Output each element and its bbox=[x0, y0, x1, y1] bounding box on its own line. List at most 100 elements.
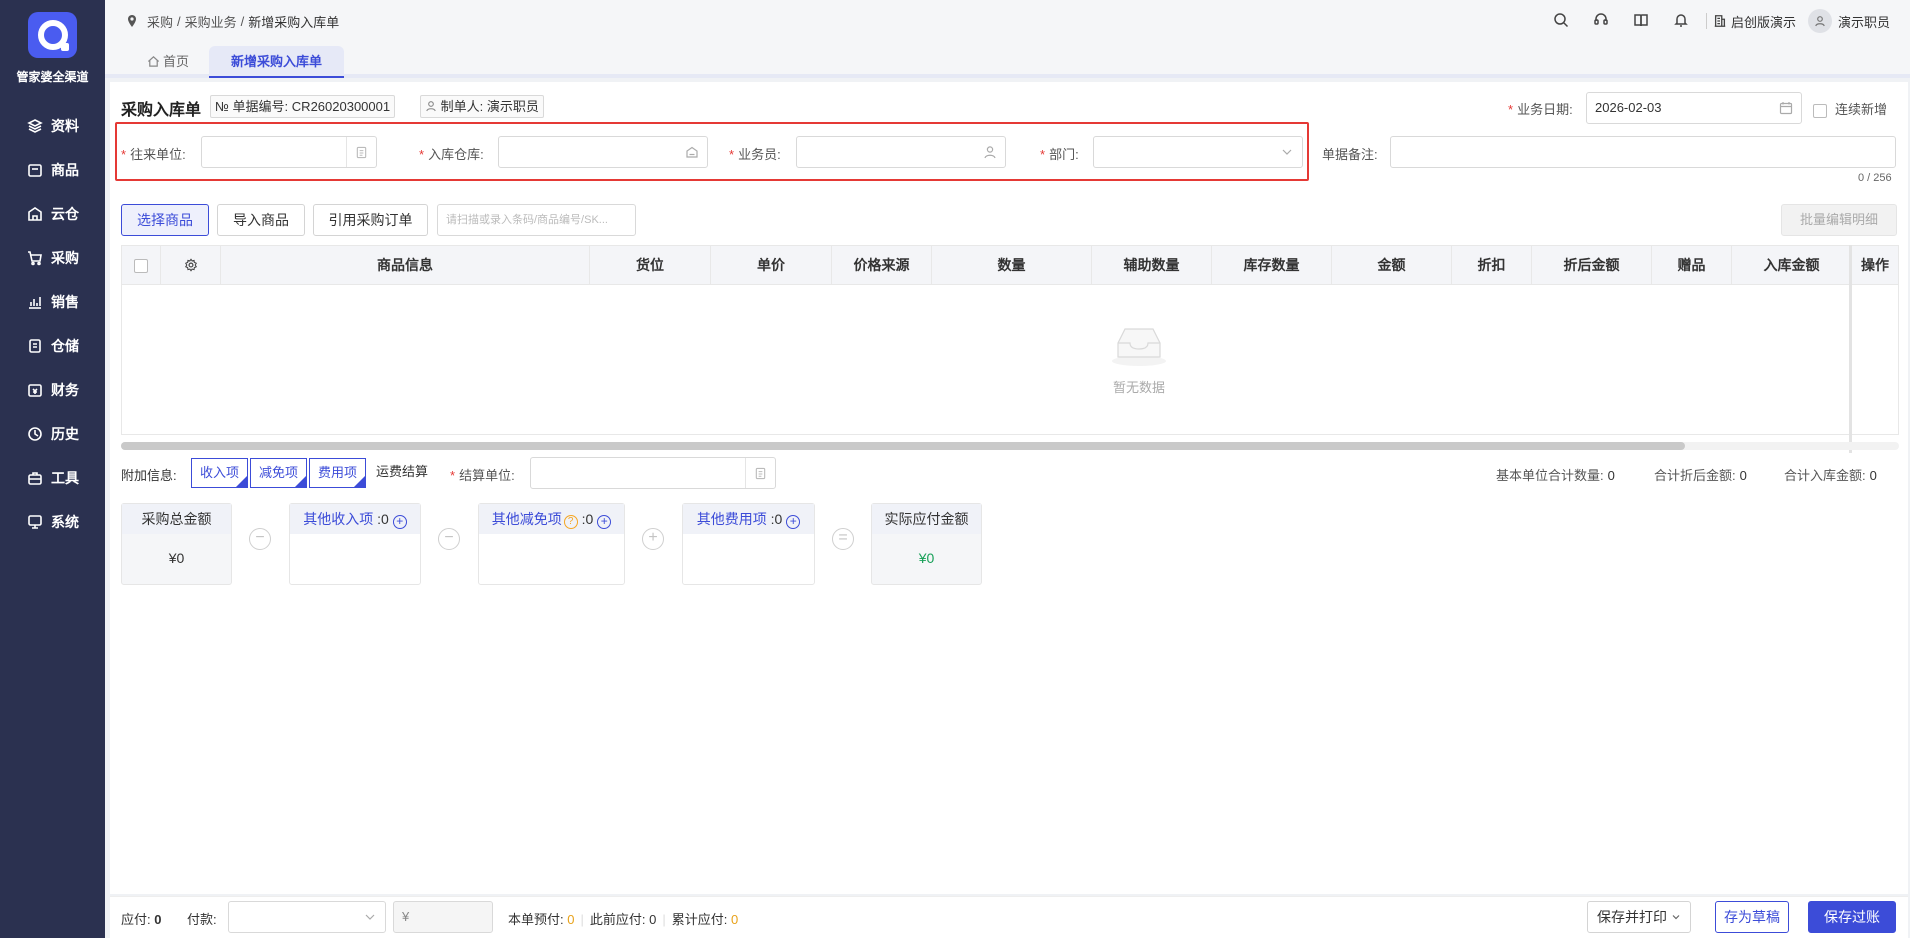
bell-icon[interactable] bbox=[1673, 12, 1691, 30]
salesman-select[interactable] bbox=[796, 136, 1006, 168]
remark-label: 单据备注: bbox=[1322, 147, 1378, 162]
save-draft-button[interactable]: 存为草稿 bbox=[1715, 901, 1789, 933]
partner-picker-button[interactable] bbox=[346, 137, 376, 167]
continue-add-checkbox[interactable]: 连续新增 bbox=[1813, 99, 1887, 118]
gear-icon[interactable] bbox=[184, 258, 198, 272]
partner-label: * 往来单位: bbox=[121, 147, 186, 162]
biz-date-picker[interactable]: 2026-02-03 bbox=[1586, 92, 1802, 124]
book-icon[interactable] bbox=[1633, 12, 1651, 30]
breadcrumb-item[interactable]: 采购业务 bbox=[185, 12, 237, 31]
add-icon[interactable]: + bbox=[597, 515, 612, 529]
page-title: 采购入库单 bbox=[121, 102, 202, 119]
settle-unit-picker-button[interactable] bbox=[745, 458, 775, 488]
chip-fee[interactable]: 费用项 bbox=[309, 458, 367, 488]
partner-label-text: 往来单位: bbox=[130, 147, 186, 162]
column-settings[interactable] bbox=[161, 246, 221, 285]
horizontal-scrollbar[interactable] bbox=[121, 442, 1899, 450]
document-icon bbox=[356, 146, 367, 158]
empty-text: 暂无数据 bbox=[1112, 380, 1165, 395]
sidebar-item-purchase[interactable]: 采购 bbox=[0, 236, 105, 280]
sidebar-item-label: 财务 bbox=[51, 382, 79, 398]
payment-account-select[interactable] bbox=[228, 901, 386, 933]
doc-number-value: CR26020300001 bbox=[291, 99, 391, 114]
checkbox-box[interactable] bbox=[1813, 103, 1827, 118]
import-goods-button[interactable]: 导入商品 bbox=[217, 204, 305, 236]
breadcrumb-current: 新增采购入库单 bbox=[248, 14, 340, 30]
inbound-total-summary: 合计入库金额: 0 bbox=[1784, 465, 1877, 484]
company-switch[interactable]: 启创版演示 bbox=[1713, 12, 1796, 31]
save-and-print-button[interactable]: 保存并打印 bbox=[1587, 901, 1691, 933]
sidebar-item-sales[interactable]: 销售 bbox=[0, 280, 105, 324]
card-title-text: 其他费用项 bbox=[696, 511, 767, 527]
scrollbar-thumb[interactable] bbox=[121, 442, 1685, 450]
maker-label: 制单人: bbox=[440, 99, 484, 114]
breadcrumb: 采购 / 采购业务 / 新增采购入库单 bbox=[105, 12, 339, 31]
settle-unit-label: * 结算单位: bbox=[450, 468, 515, 483]
sidebar-item-goods[interactable]: 商品 bbox=[0, 148, 105, 192]
help-icon[interactable]: ? bbox=[563, 515, 578, 529]
search-icon[interactable] bbox=[1553, 12, 1571, 30]
user-name[interactable]: 演示职员 bbox=[1838, 12, 1890, 31]
sidebar-item-label: 商品 bbox=[51, 162, 79, 178]
sidebar-item-tools[interactable]: 工具 bbox=[0, 456, 105, 500]
chip-income[interactable]: 收入项 bbox=[191, 458, 249, 488]
department-select[interactable] bbox=[1093, 136, 1303, 168]
building-icon bbox=[1714, 15, 1726, 27]
before-payable-label: 此前应付: bbox=[589, 912, 646, 927]
breadcrumb-item[interactable]: 采购 bbox=[147, 12, 173, 31]
tab-home[interactable]: 首页 bbox=[125, 46, 211, 78]
payable-summary: 应付: 0 bbox=[121, 909, 161, 928]
sidebar-item-history[interactable]: 历史 bbox=[0, 412, 105, 456]
minus-operator: − bbox=[249, 528, 271, 550]
header-select-all[interactable] bbox=[122, 246, 161, 285]
discount-total-summary: 合计折后金额: 0 bbox=[1654, 465, 1747, 484]
layers-icon bbox=[27, 118, 43, 134]
sidebar-item-finance[interactable]: 财务 bbox=[0, 368, 105, 412]
select-all-checkbox[interactable] bbox=[134, 259, 148, 274]
batch-edit-button[interactable]: 批量编辑明细 bbox=[1781, 204, 1897, 236]
card-title[interactable]: 其他减免项? :0 + bbox=[479, 504, 624, 534]
card-title[interactable]: 其他收入项 :0 + bbox=[290, 504, 420, 534]
avatar[interactable] bbox=[1807, 9, 1832, 33]
sidebar-item-system[interactable]: 系统 bbox=[0, 500, 105, 544]
salesman-label-text: 业务员: bbox=[738, 147, 781, 162]
warehouse-select[interactable] bbox=[498, 136, 708, 168]
column-header: 折后金额 bbox=[1532, 246, 1652, 285]
app-logo bbox=[28, 12, 77, 58]
save-and-post-button[interactable]: 保存过账 bbox=[1808, 901, 1896, 933]
card-title: 采购总金额 bbox=[122, 504, 231, 534]
settle-unit-label-text: 结算单位: bbox=[459, 468, 515, 483]
tab-new-purchase-inbound[interactable]: 新增采购入库单 bbox=[209, 46, 345, 78]
quote-purchase-order-button[interactable]: 引用采购订单 bbox=[313, 204, 428, 236]
payment-amount-input[interactable]: ¥ bbox=[393, 901, 493, 933]
continue-add-label: 连续新增 bbox=[1835, 102, 1888, 117]
warehouse-label-text: 入库仓库: bbox=[428, 147, 484, 162]
barcode-placeholder: 请扫描或录入条码/商品编号/SK... bbox=[446, 214, 608, 226]
add-icon[interactable]: + bbox=[392, 515, 407, 529]
card-title[interactable]: 其他费用项 :0 + bbox=[683, 504, 814, 534]
sidebar-item-cloud-warehouse[interactable]: 云仓 bbox=[0, 192, 105, 236]
sidebar-item-storage[interactable]: 仓储 bbox=[0, 324, 105, 368]
maker-tag: 制单人: 演示职员 bbox=[420, 95, 544, 118]
company-name: 启创版演示 bbox=[1730, 14, 1796, 30]
add-icon[interactable]: + bbox=[786, 515, 801, 529]
other-reduction-card: 其他减免项? :0 + bbox=[478, 503, 625, 585]
column-header: 数量 bbox=[932, 246, 1092, 285]
chart-icon bbox=[27, 294, 43, 310]
select-goods-button[interactable]: 选择商品 bbox=[121, 204, 209, 236]
barcode-scan-input[interactable]: 请扫描或录入条码/商品编号/SK... bbox=[437, 204, 636, 236]
sidebar-item-resources[interactable]: 资料 bbox=[0, 104, 105, 148]
remark-input[interactable] bbox=[1390, 136, 1896, 168]
freight-settlement-button[interactable]: 运费结算 bbox=[368, 458, 436, 488]
chip-reduction[interactable]: 减免项 bbox=[250, 458, 308, 488]
partner-input[interactable] bbox=[201, 136, 377, 168]
settle-unit-input[interactable] bbox=[530, 457, 776, 489]
sidebar-item-label: 历史 bbox=[51, 426, 79, 442]
top-bar: 采购 / 采购业务 / 新增采购入库单 启创版演示 演示职员 bbox=[105, 0, 1910, 42]
document-icon bbox=[755, 467, 766, 479]
warehouse-icon bbox=[686, 146, 698, 158]
card-count: :0 bbox=[377, 511, 389, 527]
tab-label: 新增采购入库单 bbox=[231, 54, 323, 69]
support-icon[interactable] bbox=[1593, 12, 1611, 30]
button-label: 保存并打印 bbox=[1597, 909, 1668, 925]
